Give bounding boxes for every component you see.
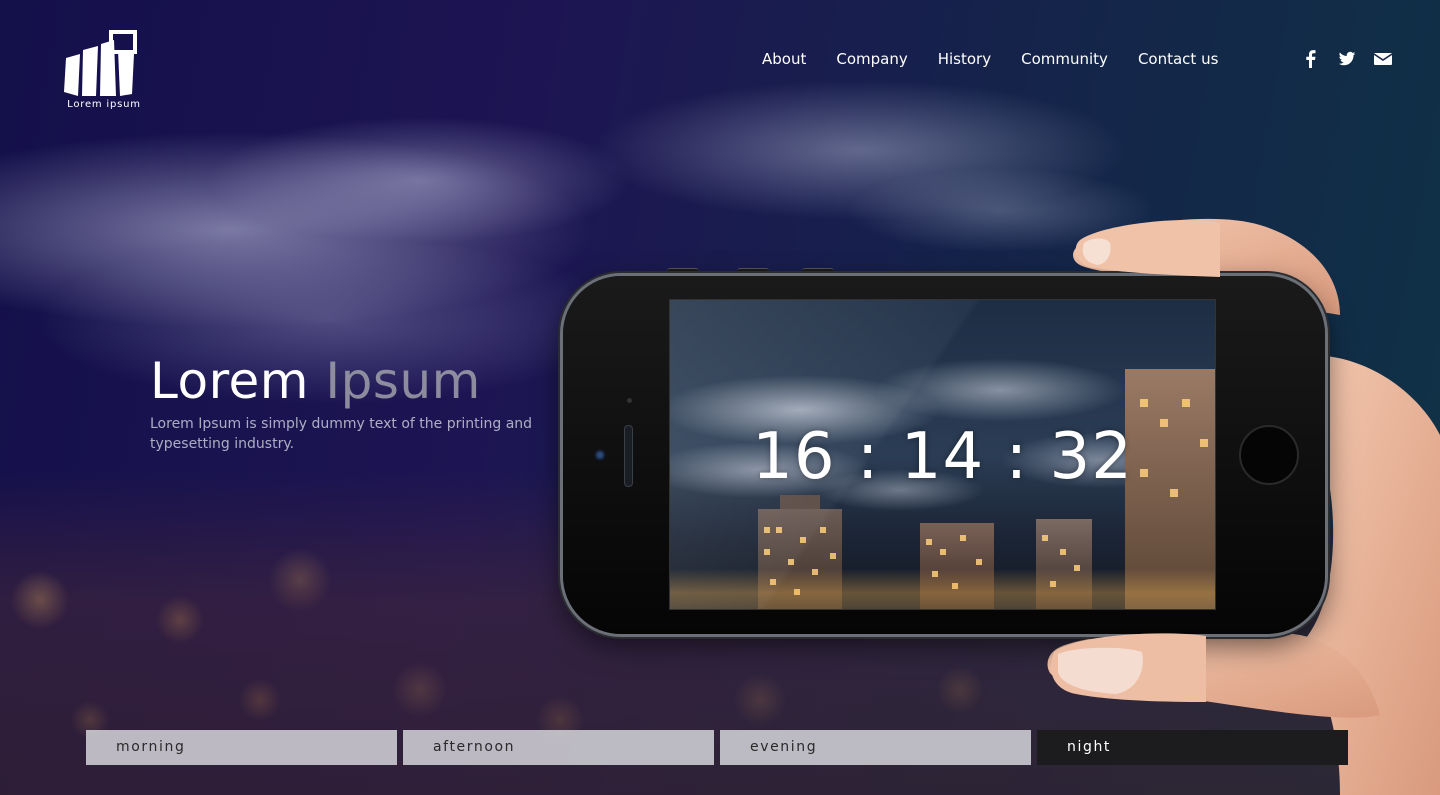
hero-title: Lorem Ipsum: [150, 352, 481, 410]
facebook-icon[interactable]: [1302, 50, 1320, 68]
finger-overlay: [1050, 633, 1206, 702]
time-of-day-tabs: morning afternoon evening night: [86, 730, 1348, 765]
clock-display: 16 : 14 : 32: [752, 420, 1133, 494]
tab-afternoon[interactable]: afternoon: [403, 730, 714, 765]
phone-camera: [594, 449, 606, 461]
phone-home-button: [1239, 425, 1299, 485]
phone-button: [802, 268, 834, 276]
nav-contact-us[interactable]: Contact us: [1138, 50, 1218, 68]
tab-evening[interactable]: evening: [720, 730, 1031, 765]
city-glow: [670, 569, 1215, 609]
thumb-overlay: [1075, 220, 1220, 277]
nav-community[interactable]: Community: [1021, 50, 1108, 68]
main-nav: About Company History Community Contact …: [762, 50, 1218, 68]
hero-title-first: Lorem: [150, 352, 309, 410]
nav-company[interactable]: Company: [836, 50, 907, 68]
phone-speaker: [624, 425, 633, 487]
hero-subtitle: Lorem Ipsum is simply dummy text of the …: [150, 416, 533, 452]
phone-button: [667, 268, 699, 276]
nav-about[interactable]: About: [762, 50, 806, 68]
logo-text: Lorem ipsum: [67, 99, 141, 110]
envelope-icon[interactable]: [1373, 50, 1393, 68]
logo-icon: [64, 30, 137, 96]
social-links: [1302, 50, 1393, 68]
logo[interactable]: Lorem ipsum: [58, 28, 154, 112]
tab-morning[interactable]: morning: [86, 730, 397, 765]
phone-screen: 16 : 14 : 32: [669, 299, 1216, 610]
phone-sensor: [627, 398, 632, 403]
twitter-icon[interactable]: [1338, 50, 1356, 68]
hero-title-second: Ipsum: [325, 352, 481, 410]
phone-button: [737, 268, 769, 276]
tab-night[interactable]: night: [1037, 730, 1348, 765]
nav-history[interactable]: History: [938, 50, 991, 68]
